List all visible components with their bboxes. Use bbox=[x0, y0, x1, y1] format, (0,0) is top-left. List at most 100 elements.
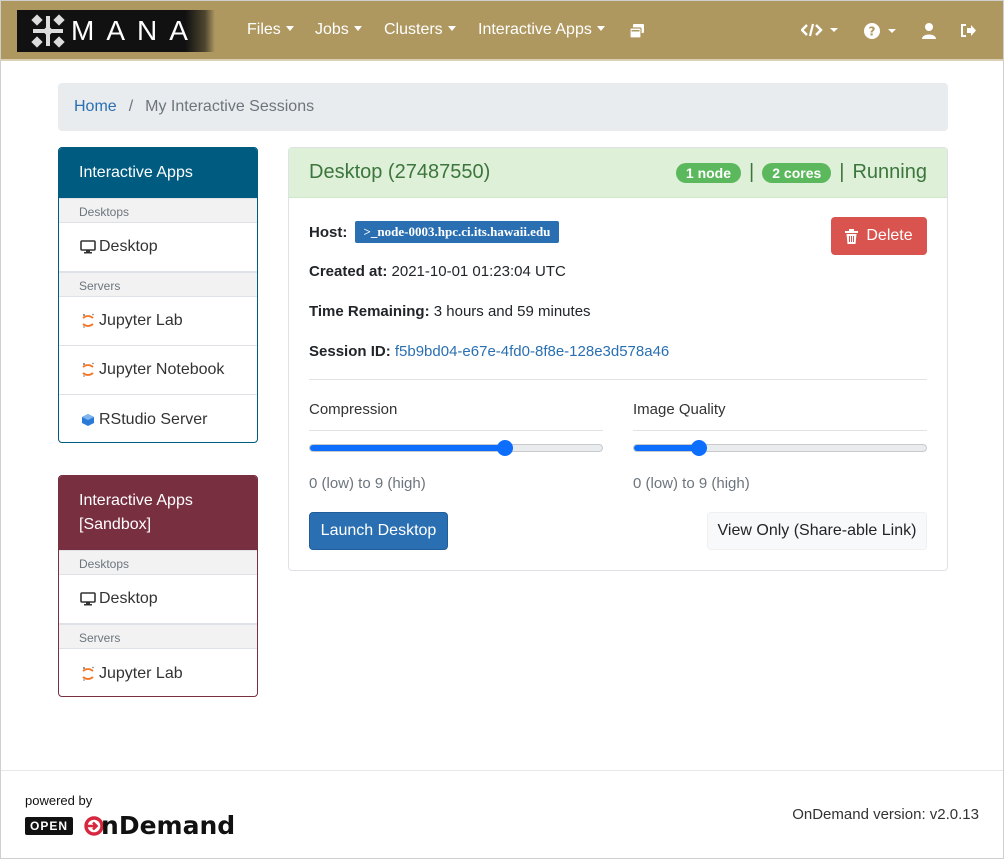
image-quality-hint: 0 (low) to 9 (high) bbox=[633, 475, 750, 492]
view-only-button[interactable]: View Only (Share-able Link) bbox=[707, 512, 927, 550]
rstudio-icon bbox=[79, 412, 97, 428]
app-item-rstudio-server[interactable]: RStudio Server bbox=[59, 395, 257, 442]
session-id-label: Session ID: bbox=[309, 343, 391, 360]
panel-title: Interactive Apps [Sandbox] bbox=[59, 476, 257, 550]
nav-clusters-label: Clusters bbox=[384, 21, 443, 38]
breadcrumb-separator: / bbox=[128, 98, 134, 115]
monitor-icon bbox=[79, 591, 97, 607]
cores-badge: 2 cores bbox=[762, 162, 832, 183]
brand-name: MANA bbox=[71, 15, 200, 46]
app-item-jupyter-notebook[interactable]: Jupyter Notebook bbox=[59, 346, 257, 395]
nav-files-label: Files bbox=[247, 21, 281, 38]
host-value: node-0003.hpc.ci.its.hawaii.edu bbox=[377, 224, 551, 239]
created-value: 2021-10-01 01:23:04 UTC bbox=[391, 263, 566, 280]
breadcrumb-current: My Interactive Sessions bbox=[145, 98, 315, 115]
image-quality-slider[interactable] bbox=[633, 440, 927, 456]
user-icon[interactable] bbox=[921, 22, 937, 39]
help-icon[interactable]: ? bbox=[863, 22, 899, 40]
status-separator: | bbox=[749, 161, 755, 183]
time-remaining-row: Time Remaining: 3 hours and 59 minutes bbox=[309, 303, 591, 320]
ondemand-logo[interactable]: OPEN nDemand bbox=[25, 811, 235, 840]
launch-desktop-button[interactable]: Launch Desktop bbox=[309, 512, 448, 550]
time-remaining-label: Time Remaining: bbox=[309, 303, 430, 320]
all-sessions-icon[interactable] bbox=[629, 23, 645, 39]
app-item-label: Jupyter Notebook bbox=[99, 361, 225, 378]
delete-button[interactable]: Delete bbox=[831, 217, 927, 255]
nav-clusters[interactable]: Clusters bbox=[384, 21, 456, 39]
session-card: Desktop (27487550) 1 node | 2 cores | Ru… bbox=[288, 147, 948, 571]
logout-icon[interactable] bbox=[959, 22, 977, 39]
app-item-label: Desktop bbox=[99, 590, 158, 607]
nav-jobs-label: Jobs bbox=[315, 21, 349, 38]
session-title: Desktop (27487550) bbox=[309, 161, 491, 183]
compression-slider-fill bbox=[310, 445, 505, 451]
open-badge: OPEN bbox=[25, 816, 74, 835]
app-item-desktop[interactable]: Desktop bbox=[59, 223, 257, 272]
svg-text:?: ? bbox=[869, 25, 876, 39]
breadcrumb-home-link[interactable]: Home bbox=[74, 98, 117, 115]
app-item-label: Jupyter Lab bbox=[99, 664, 183, 682]
image-quality-slider-thumb[interactable] bbox=[690, 440, 707, 456]
host-row: Host: >_node-0003.hpc.ci.its.hawaii.edu bbox=[309, 221, 560, 243]
app-item-label: Jupyter Lab bbox=[99, 312, 183, 329]
nav-interactive-apps-label: Interactive Apps bbox=[478, 21, 592, 38]
caret-down-icon bbox=[353, 26, 362, 31]
host-terminal-link[interactable]: >_node-0003.hpc.ci.its.hawaii.edu bbox=[354, 221, 560, 243]
session-id-link[interactable]: f5b9bd04-e67e-4fd0-8f8e-128e3d578a46 bbox=[395, 343, 669, 360]
compression-label: Compression bbox=[309, 401, 398, 418]
delete-button-label: Delete bbox=[866, 227, 913, 244]
nav-files[interactable]: Files bbox=[247, 21, 294, 39]
created-row: Created at: 2021-10-01 01:23:04 UTC bbox=[309, 263, 566, 280]
nodes-badge: 1 node bbox=[675, 162, 742, 183]
nav-interactive-apps[interactable]: Interactive Apps bbox=[478, 21, 605, 39]
group-label-desktops: Desktops bbox=[59, 550, 257, 575]
ondemand-text: nDemand bbox=[101, 811, 236, 840]
caret-down-icon bbox=[596, 26, 605, 31]
group-label-desktops: Desktops bbox=[59, 198, 257, 223]
interactive-apps-sandbox-panel: Interactive Apps [Sandbox] Desktops Desk… bbox=[58, 475, 258, 697]
ondemand-wordmark: nDemand bbox=[83, 811, 235, 840]
group-label-servers: Servers bbox=[59, 624, 257, 649]
app-item-label: Desktop bbox=[99, 238, 158, 255]
interactive-apps-panel: Interactive Apps Desktops Desktop Server… bbox=[58, 147, 258, 443]
image-quality-rail-line bbox=[633, 430, 927, 431]
app-item-label: RStudio Server bbox=[99, 410, 208, 428]
status-separator: | bbox=[839, 161, 845, 183]
image-quality-label: Image Quality bbox=[633, 401, 726, 418]
powered-by-text: powered by bbox=[25, 793, 93, 808]
caret-down-icon bbox=[285, 26, 294, 31]
jupyter-icon bbox=[79, 666, 97, 682]
developer-icon[interactable] bbox=[801, 22, 841, 38]
app-item-desktop[interactable]: Desktop bbox=[59, 575, 257, 624]
trash-icon bbox=[845, 228, 859, 244]
compression-rail-line bbox=[309, 430, 603, 431]
compression-slider[interactable] bbox=[309, 440, 603, 456]
footer-divider bbox=[1, 770, 1003, 771]
session-card-header: Desktop (27487550) 1 node | 2 cores | Ru… bbox=[289, 148, 947, 198]
terminal-icon: >_ bbox=[363, 224, 378, 239]
app-item-jupyter-lab[interactable]: Jupyter Lab bbox=[59, 649, 257, 696]
session-status: Running bbox=[852, 161, 927, 183]
top-navbar: MANA Files Jobs Clusters Interactive App… bbox=[1, 1, 1003, 61]
divider bbox=[309, 379, 927, 380]
monitor-icon bbox=[79, 239, 97, 255]
session-id-row: Session ID: f5b9bd04-e67e-4fd0-8f8e-128e… bbox=[309, 343, 669, 360]
created-label: Created at: bbox=[309, 263, 388, 280]
nav-jobs[interactable]: Jobs bbox=[315, 21, 362, 39]
jupyter-icon bbox=[79, 313, 97, 329]
jupyter-icon bbox=[79, 362, 97, 378]
compression-hint: 0 (low) to 9 (high) bbox=[309, 475, 426, 492]
group-label-servers: Servers bbox=[59, 272, 257, 297]
host-label: Host: bbox=[309, 224, 348, 241]
compression-slider-thumb[interactable] bbox=[496, 440, 513, 456]
panel-title: Interactive Apps bbox=[59, 148, 257, 198]
brand-logo[interactable]: MANA bbox=[17, 10, 215, 52]
caret-down-icon bbox=[447, 26, 456, 31]
version-text: OnDemand version: v2.0.13 bbox=[792, 806, 979, 823]
time-remaining-value: 3 hours and 59 minutes bbox=[433, 303, 591, 320]
image-quality-slider-fill bbox=[634, 445, 699, 451]
app-item-jupyter-lab[interactable]: Jupyter Lab bbox=[59, 297, 257, 346]
session-status-group: 1 node | 2 cores | Running bbox=[670, 161, 927, 184]
mana-emblem-icon bbox=[31, 14, 65, 48]
breadcrumb: Home / My Interactive Sessions bbox=[58, 83, 948, 131]
